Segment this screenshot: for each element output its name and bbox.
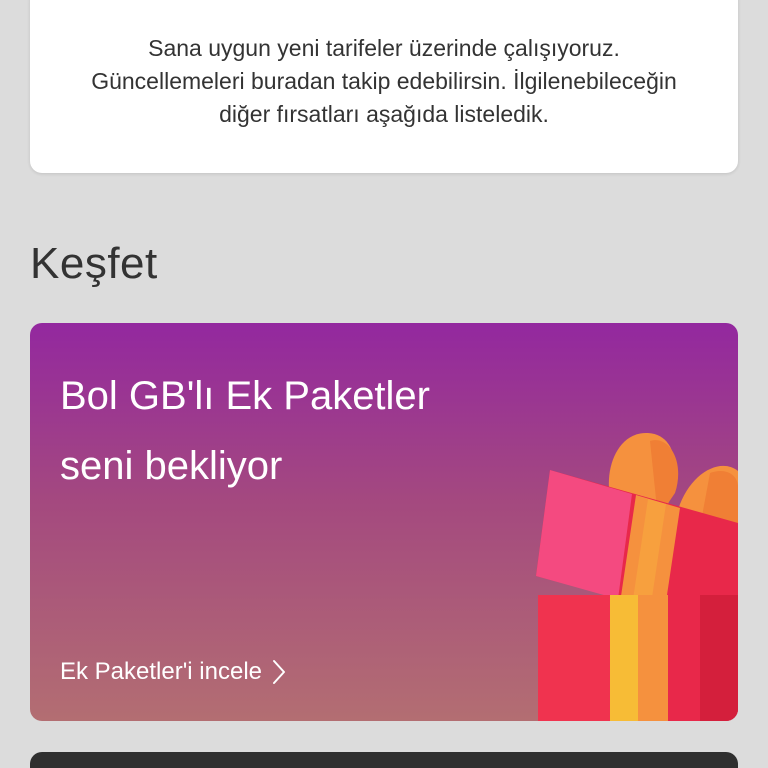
- info-text-line: diğer fırsatları aşağıda listeledik.: [219, 101, 549, 127]
- next-promo-card[interactable]: [30, 752, 738, 768]
- promo-title-line: seni bekliyor: [60, 444, 283, 488]
- promo-link[interactable]: Ek Paketler'i incele: [60, 655, 286, 689]
- info-text-line: Sana uygun yeni tarifeler üzerinde çalış…: [148, 35, 620, 61]
- info-card: Sana uygun yeni tarifeler üzerinde çalış…: [30, 0, 738, 173]
- section-title: Keşfet: [30, 239, 158, 288]
- promo-link-label: Ek Paketler'i incele: [60, 658, 263, 685]
- chevron-right-icon: [273, 660, 286, 684]
- screen: Sana uygun yeni tarifeler üzerinde çalış…: [0, 0, 768, 768]
- promo-card-extra-packages[interactable]: Bol GB'lı Ek Paketler seni bekliyor Ek P…: [30, 323, 738, 721]
- info-text-line: Güncellemeleri buradan takip edebilirsin…: [91, 68, 677, 94]
- promo-title-line: Bol GB'lı Ek Paketler: [60, 374, 430, 418]
- promo-title: Bol GB'lı Ek Paketler seni bekliyor: [60, 361, 430, 501]
- gift-box-icon: [536, 432, 738, 721]
